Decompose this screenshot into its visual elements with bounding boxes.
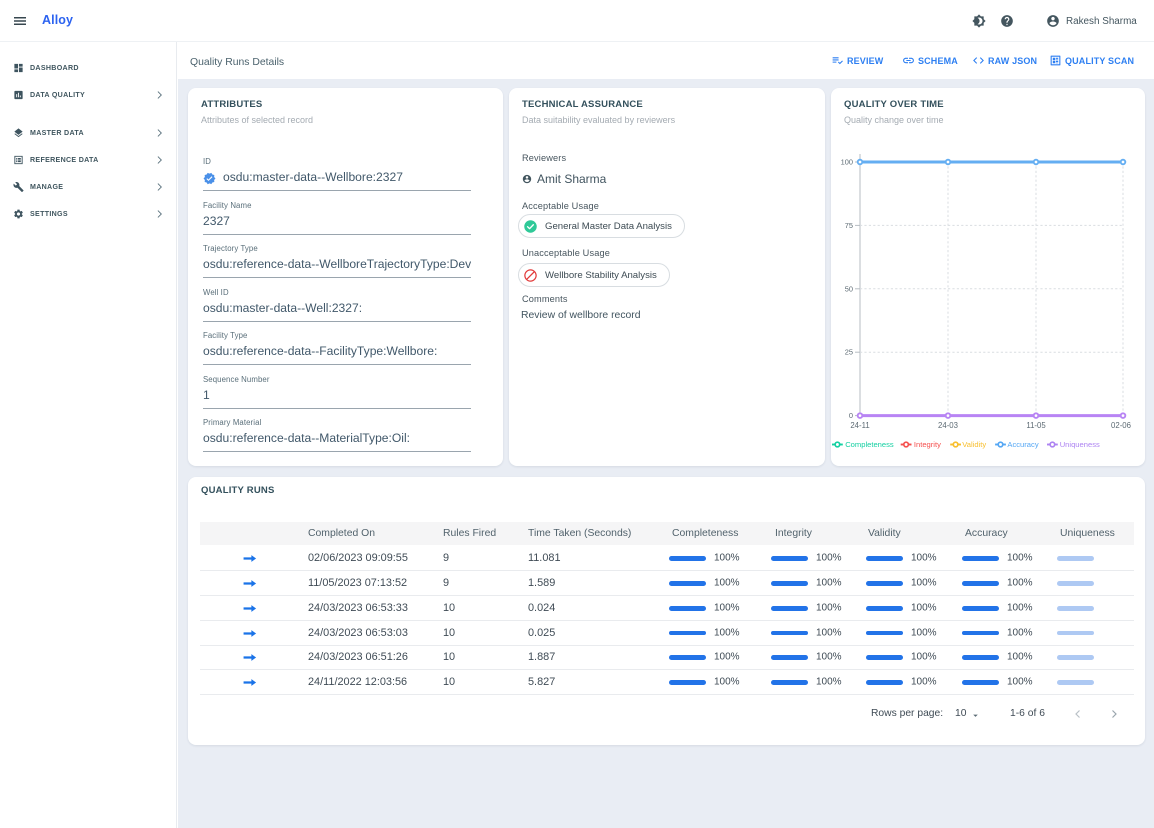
svg-text:0: 0 bbox=[849, 411, 853, 420]
svg-text:24-03: 24-03 bbox=[938, 421, 958, 430]
svg-text:02-06: 02-06 bbox=[1111, 421, 1131, 430]
svg-text:75: 75 bbox=[845, 221, 853, 230]
svg-text:25: 25 bbox=[845, 348, 853, 357]
svg-text:Completeness: Completeness bbox=[845, 440, 894, 449]
svg-text:11-05: 11-05 bbox=[1026, 421, 1046, 430]
svg-text:Accuracy: Accuracy bbox=[1007, 440, 1038, 449]
svg-text:100: 100 bbox=[841, 158, 853, 167]
svg-text:24-11: 24-11 bbox=[850, 421, 869, 430]
svg-text:50: 50 bbox=[845, 284, 853, 293]
svg-text:Uniqueness: Uniqueness bbox=[1060, 440, 1100, 449]
svg-text:Validity: Validity bbox=[962, 440, 986, 449]
svg-text:Integrity: Integrity bbox=[914, 440, 941, 449]
